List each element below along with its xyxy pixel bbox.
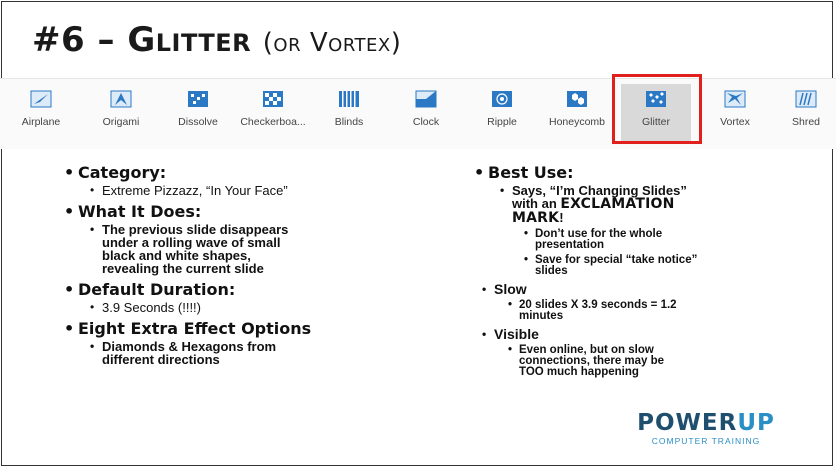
best-use-sub-1: Don’t use for the whole presentation <box>524 228 810 251</box>
airplane-icon <box>30 90 52 108</box>
title-prefix: #6 – <box>32 20 128 60</box>
powerup-logo: POWERUP COMPUTER TRAINING <box>636 411 776 446</box>
category-heading: Category: <box>60 164 420 183</box>
transition-ripple[interactable]: Ripple <box>467 89 537 139</box>
vortex-icon <box>724 90 746 108</box>
slow-value: 20 slides X 3.9 seconds = 1.2 minutes <box>508 299 810 322</box>
says-line-2: with an <box>512 196 557 211</box>
options-value: Diamonds & Hexagons from different direc… <box>90 340 420 366</box>
exclamation-bang: ! <box>559 210 564 225</box>
transition-origami[interactable]: Origami <box>86 89 156 139</box>
transition-label: Origami <box>102 116 140 128</box>
transition-label: Clock <box>412 116 440 128</box>
best-use-heading: Best Use: <box>470 164 810 183</box>
transition-label: Blinds <box>334 116 364 128</box>
transition-gallery: Airplane Origami Dissolve Checkerboa... … <box>0 78 836 149</box>
title-alt: (or Vortex) <box>262 28 402 58</box>
what-it-does-heading: What It Does: <box>60 203 420 222</box>
exclamation-emphasis-2: MARK <box>512 210 560 226</box>
options-heading: Eight Extra Effect Options <box>60 320 420 339</box>
visible-value: Even online, but on slow connections, th… <box>508 344 810 378</box>
transition-label: Airplane <box>21 116 61 128</box>
dissolve-icon <box>188 91 208 107</box>
slow-line-2: minutes <box>519 310 564 322</box>
duration-value: 3.9 Seconds (!!!!) <box>90 301 420 314</box>
transition-label: Vortex <box>720 116 750 128</box>
transition-label: Honeycomb <box>548 116 606 128</box>
category-value: Extreme Pizzazz, “In Your Face” <box>90 184 420 197</box>
right-column: Best Use: Says, “I’m Changing Slides” wi… <box>470 158 810 378</box>
transition-label: Ripple <box>487 116 517 128</box>
options-line-2: different directions <box>102 352 220 367</box>
selection-highlight <box>612 74 702 144</box>
blinds-icon <box>339 91 359 107</box>
transition-vortex[interactable]: Vortex <box>700 89 770 139</box>
visible-line-3: TOO much happening <box>519 366 639 378</box>
transition-honeycomb[interactable]: Honeycomb <box>542 89 612 139</box>
checkerboard-icon <box>263 91 283 107</box>
title-main: Glitter <box>127 20 252 60</box>
shred-icon <box>795 90 817 108</box>
transition-dissolve[interactable]: Dissolve <box>163 89 233 139</box>
transition-airplane[interactable]: Airplane <box>6 89 76 139</box>
logo-power: POWER <box>637 410 738 436</box>
exclamation-emphasis-1: EXCLAMATION <box>560 196 675 212</box>
left-column: Category: Extreme Pizzazz, “In Your Face… <box>60 158 420 367</box>
origami-icon <box>110 90 132 108</box>
duration-heading: Default Duration: <box>60 281 420 300</box>
logo-up: UP <box>737 410 775 436</box>
transition-checkerboard[interactable]: Checkerboa... <box>238 89 308 139</box>
slide-title: #6 – Glitter (or Vortex) <box>32 20 401 60</box>
transition-blinds[interactable]: Blinds <box>314 89 384 139</box>
best-use-says: Says, “I’m Changing Slides” with an EXCL… <box>500 184 810 225</box>
logo-wordmark: POWERUP <box>636 411 776 435</box>
best-use-sub-2: Save for special “take notice” slides <box>524 254 810 277</box>
does-line-4: revealing the current slide <box>102 261 264 276</box>
sub-1-line-2: presentation <box>535 239 605 251</box>
transition-clock[interactable]: Clock <box>391 89 461 139</box>
transition-label: Shred <box>791 116 821 128</box>
clock-icon <box>415 90 437 108</box>
logo-tagline: COMPUTER TRAINING <box>651 436 761 446</box>
transition-label: Checkerboa... <box>240 116 306 128</box>
honeycomb-icon <box>567 91 587 107</box>
what-it-does-value: The previous slide disappears under a ro… <box>90 223 420 275</box>
slow-heading: Slow <box>482 282 810 296</box>
transition-shred[interactable]: Shred <box>771 89 836 139</box>
sub-2-line-2: slides <box>535 265 568 277</box>
transition-label: Dissolve <box>178 116 218 128</box>
visible-heading: Visible <box>482 327 810 341</box>
ripple-icon <box>492 91 512 107</box>
